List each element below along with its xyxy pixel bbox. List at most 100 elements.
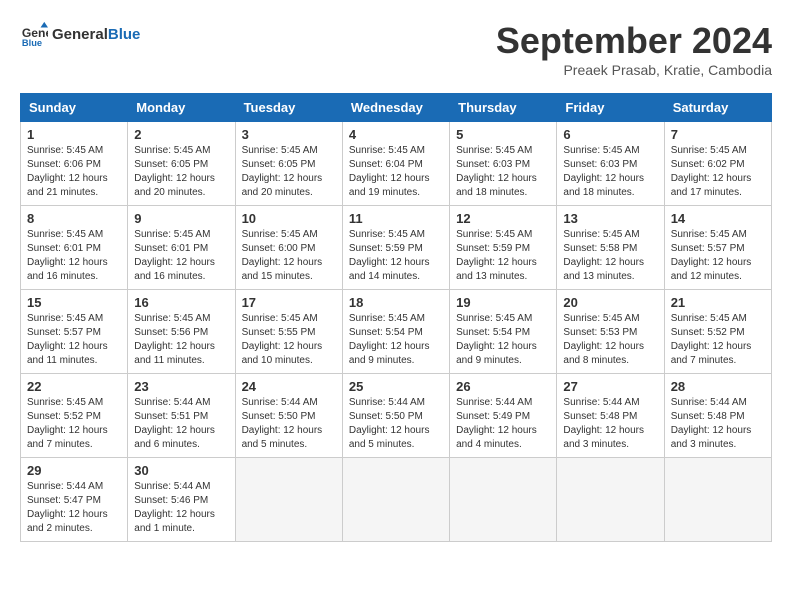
day-number: 9	[134, 211, 228, 226]
cell-info: Sunrise: 5:45 AMSunset: 5:54 PMDaylight:…	[349, 313, 430, 366]
day-number: 11	[349, 211, 443, 226]
col-sunday: Sunday	[21, 94, 128, 122]
table-row: 7 Sunrise: 5:45 AMSunset: 6:02 PMDayligh…	[664, 122, 771, 206]
day-number: 4	[349, 127, 443, 142]
table-row: 26 Sunrise: 5:44 AMSunset: 5:49 PMDaylig…	[450, 374, 557, 458]
col-friday: Friday	[557, 94, 664, 122]
cell-info: Sunrise: 5:45 AMSunset: 5:52 PMDaylight:…	[671, 313, 752, 366]
location-subtitle: Preaek Prasab, Kratie, Cambodia	[496, 62, 772, 78]
header: General Blue GeneralBlue September 2024 …	[20, 20, 772, 78]
table-row: 13 Sunrise: 5:45 AMSunset: 5:58 PMDaylig…	[557, 206, 664, 290]
table-row: 25 Sunrise: 5:44 AMSunset: 5:50 PMDaylig…	[342, 374, 449, 458]
table-row: 20 Sunrise: 5:45 AMSunset: 5:53 PMDaylig…	[557, 290, 664, 374]
calendar-row: 29 Sunrise: 5:44 AMSunset: 5:47 PMDaylig…	[21, 458, 772, 542]
month-title: September 2024	[496, 20, 772, 62]
table-row: 30 Sunrise: 5:44 AMSunset: 5:46 PMDaylig…	[128, 458, 235, 542]
day-number: 10	[242, 211, 336, 226]
day-number: 18	[349, 295, 443, 310]
table-row: 6 Sunrise: 5:45 AMSunset: 6:03 PMDayligh…	[557, 122, 664, 206]
cell-info: Sunrise: 5:44 AMSunset: 5:50 PMDaylight:…	[349, 397, 430, 450]
table-row: 24 Sunrise: 5:44 AMSunset: 5:50 PMDaylig…	[235, 374, 342, 458]
table-row: 28 Sunrise: 5:44 AMSunset: 5:48 PMDaylig…	[664, 374, 771, 458]
calendar-row: 22 Sunrise: 5:45 AMSunset: 5:52 PMDaylig…	[21, 374, 772, 458]
day-number: 29	[27, 463, 121, 478]
calendar-row: 1 Sunrise: 5:45 AMSunset: 6:06 PMDayligh…	[21, 122, 772, 206]
table-row	[557, 458, 664, 542]
table-row	[235, 458, 342, 542]
col-tuesday: Tuesday	[235, 94, 342, 122]
table-row: 21 Sunrise: 5:45 AMSunset: 5:52 PMDaylig…	[664, 290, 771, 374]
cell-info: Sunrise: 5:45 AMSunset: 6:05 PMDaylight:…	[134, 145, 215, 198]
day-number: 23	[134, 379, 228, 394]
cell-info: Sunrise: 5:45 AMSunset: 6:03 PMDaylight:…	[563, 145, 644, 198]
day-number: 3	[242, 127, 336, 142]
table-row: 15 Sunrise: 5:45 AMSunset: 5:57 PMDaylig…	[21, 290, 128, 374]
table-row	[664, 458, 771, 542]
cell-info: Sunrise: 5:45 AMSunset: 5:59 PMDaylight:…	[349, 229, 430, 282]
table-row: 17 Sunrise: 5:45 AMSunset: 5:55 PMDaylig…	[235, 290, 342, 374]
table-row: 9 Sunrise: 5:45 AMSunset: 6:01 PMDayligh…	[128, 206, 235, 290]
day-number: 2	[134, 127, 228, 142]
calendar-row: 15 Sunrise: 5:45 AMSunset: 5:57 PMDaylig…	[21, 290, 772, 374]
cell-info: Sunrise: 5:44 AMSunset: 5:46 PMDaylight:…	[134, 481, 215, 534]
day-number: 27	[563, 379, 657, 394]
logo-icon: General Blue	[20, 20, 48, 48]
cell-info: Sunrise: 5:45 AMSunset: 5:53 PMDaylight:…	[563, 313, 644, 366]
logo: General Blue GeneralBlue	[20, 20, 140, 48]
cell-info: Sunrise: 5:45 AMSunset: 6:00 PMDaylight:…	[242, 229, 323, 282]
table-row: 4 Sunrise: 5:45 AMSunset: 6:04 PMDayligh…	[342, 122, 449, 206]
day-number: 12	[456, 211, 550, 226]
table-row: 14 Sunrise: 5:45 AMSunset: 5:57 PMDaylig…	[664, 206, 771, 290]
table-row: 5 Sunrise: 5:45 AMSunset: 6:03 PMDayligh…	[450, 122, 557, 206]
cell-info: Sunrise: 5:45 AMSunset: 5:54 PMDaylight:…	[456, 313, 537, 366]
col-saturday: Saturday	[664, 94, 771, 122]
table-row: 2 Sunrise: 5:45 AMSunset: 6:05 PMDayligh…	[128, 122, 235, 206]
cell-info: Sunrise: 5:45 AMSunset: 5:52 PMDaylight:…	[27, 397, 108, 450]
day-number: 7	[671, 127, 765, 142]
calendar-table: Sunday Monday Tuesday Wednesday Thursday…	[20, 93, 772, 542]
table-row: 27 Sunrise: 5:44 AMSunset: 5:48 PMDaylig…	[557, 374, 664, 458]
day-number: 15	[27, 295, 121, 310]
table-row: 8 Sunrise: 5:45 AMSunset: 6:01 PMDayligh…	[21, 206, 128, 290]
cell-info: Sunrise: 5:44 AMSunset: 5:49 PMDaylight:…	[456, 397, 537, 450]
days-of-week-row: Sunday Monday Tuesday Wednesday Thursday…	[21, 94, 772, 122]
day-number: 16	[134, 295, 228, 310]
cell-info: Sunrise: 5:44 AMSunset: 5:48 PMDaylight:…	[671, 397, 752, 450]
table-row: 11 Sunrise: 5:45 AMSunset: 5:59 PMDaylig…	[342, 206, 449, 290]
logo-blue: Blue	[108, 26, 141, 43]
cell-info: Sunrise: 5:45 AMSunset: 5:59 PMDaylight:…	[456, 229, 537, 282]
table-row: 23 Sunrise: 5:44 AMSunset: 5:51 PMDaylig…	[128, 374, 235, 458]
cell-info: Sunrise: 5:44 AMSunset: 5:47 PMDaylight:…	[27, 481, 108, 534]
day-number: 25	[349, 379, 443, 394]
cell-info: Sunrise: 5:45 AMSunset: 6:01 PMDaylight:…	[134, 229, 215, 282]
title-area: September 2024 Preaek Prasab, Kratie, Ca…	[496, 20, 772, 78]
day-number: 24	[242, 379, 336, 394]
cell-info: Sunrise: 5:45 AMSunset: 6:04 PMDaylight:…	[349, 145, 430, 198]
cell-info: Sunrise: 5:45 AMSunset: 6:03 PMDaylight:…	[456, 145, 537, 198]
day-number: 28	[671, 379, 765, 394]
cell-info: Sunrise: 5:44 AMSunset: 5:50 PMDaylight:…	[242, 397, 323, 450]
table-row	[450, 458, 557, 542]
day-number: 30	[134, 463, 228, 478]
table-row: 16 Sunrise: 5:45 AMSunset: 5:56 PMDaylig…	[128, 290, 235, 374]
cell-info: Sunrise: 5:45 AMSunset: 5:57 PMDaylight:…	[671, 229, 752, 282]
calendar-row: 8 Sunrise: 5:45 AMSunset: 6:01 PMDayligh…	[21, 206, 772, 290]
logo-general: General	[52, 26, 108, 43]
day-number: 26	[456, 379, 550, 394]
day-number: 20	[563, 295, 657, 310]
col-monday: Monday	[128, 94, 235, 122]
col-thursday: Thursday	[450, 94, 557, 122]
day-number: 8	[27, 211, 121, 226]
cell-info: Sunrise: 5:45 AMSunset: 6:01 PMDaylight:…	[27, 229, 108, 282]
table-row: 1 Sunrise: 5:45 AMSunset: 6:06 PMDayligh…	[21, 122, 128, 206]
day-number: 13	[563, 211, 657, 226]
cell-info: Sunrise: 5:45 AMSunset: 6:02 PMDaylight:…	[671, 145, 752, 198]
day-number: 21	[671, 295, 765, 310]
col-wednesday: Wednesday	[342, 94, 449, 122]
cell-info: Sunrise: 5:45 AMSunset: 5:55 PMDaylight:…	[242, 313, 323, 366]
svg-text:Blue: Blue	[22, 38, 42, 48]
table-row: 3 Sunrise: 5:45 AMSunset: 6:05 PMDayligh…	[235, 122, 342, 206]
day-number: 19	[456, 295, 550, 310]
cell-info: Sunrise: 5:45 AMSunset: 5:56 PMDaylight:…	[134, 313, 215, 366]
table-row: 29 Sunrise: 5:44 AMSunset: 5:47 PMDaylig…	[21, 458, 128, 542]
